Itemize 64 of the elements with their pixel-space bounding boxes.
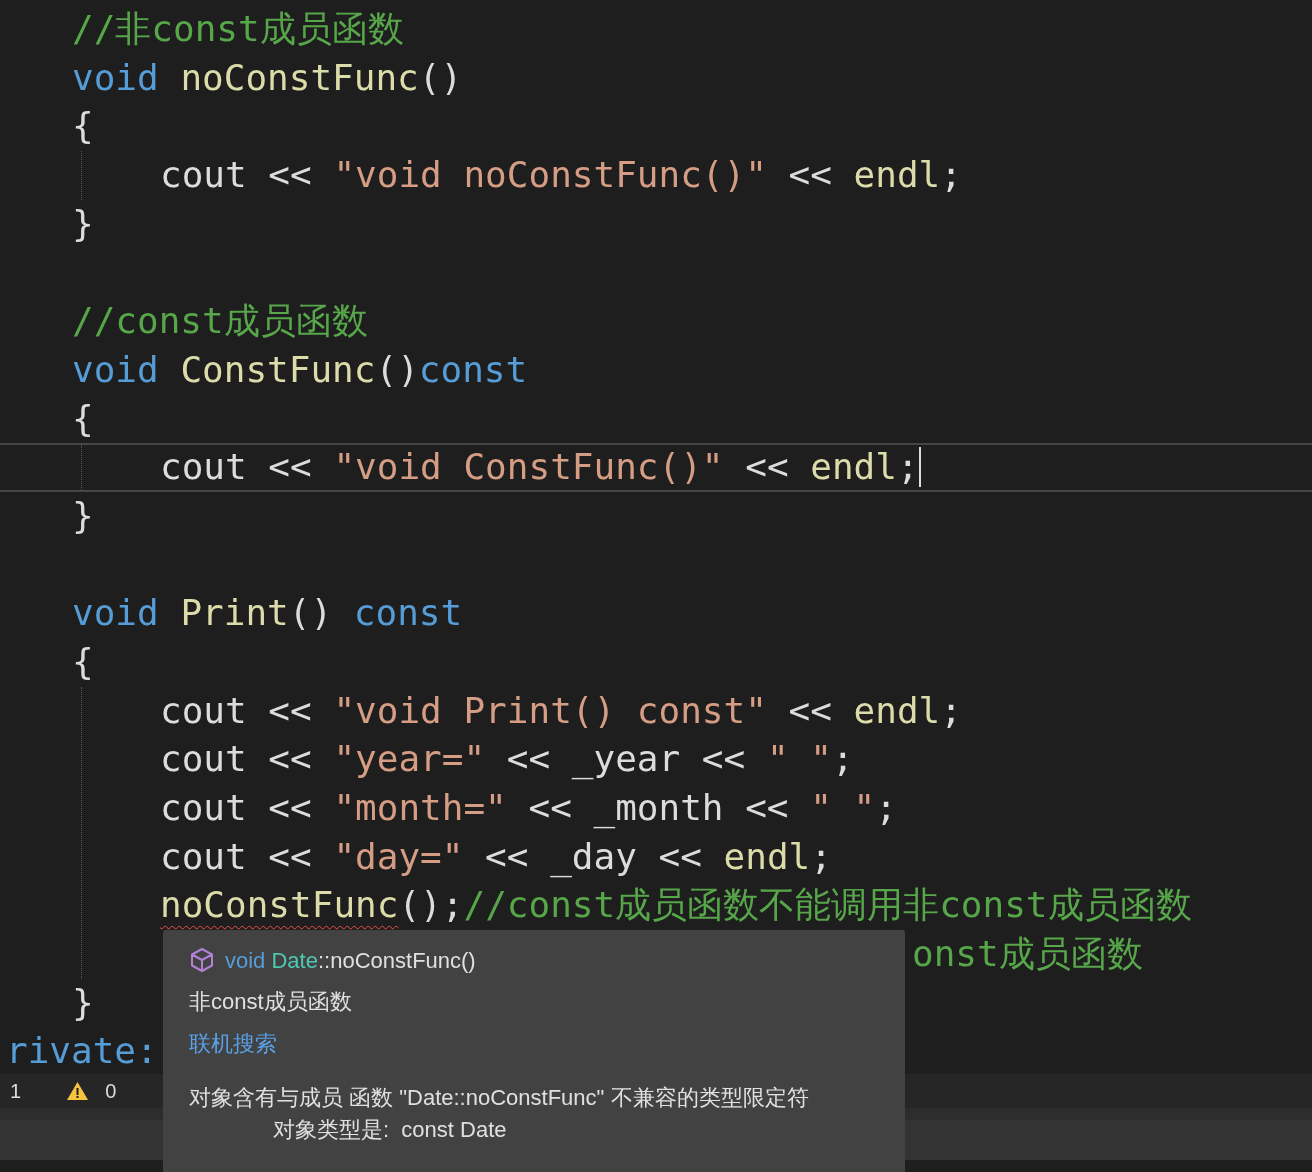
code-comment: //非const成员函数 <box>72 7 404 51</box>
keyword: void <box>72 55 160 100</box>
warning-icon <box>66 1081 90 1101</box>
keyword: void <box>72 347 160 392</box>
keyword: rivate: <box>6 1029 158 1074</box>
string-literal: " " <box>766 737 832 782</box>
code-text: () <box>288 591 334 636</box>
code-text: } <box>72 201 94 246</box>
code-text: } <box>72 980 94 1025</box>
description: 非const成员函数 <box>189 988 353 1016</box>
code-text: cout << <box>160 834 313 879</box>
code-text: { <box>72 639 94 684</box>
code-text: << <box>787 153 833 198</box>
code-text: ; <box>875 786 897 830</box>
code-text: } <box>72 493 94 538</box>
function-name: endl <box>853 688 941 733</box>
code-text: << _month << <box>527 786 790 831</box>
code-text: << _day << <box>484 834 703 880</box>
string-literal: " " <box>810 786 876 830</box>
code-text: { <box>72 396 94 441</box>
code-text: cout << <box>160 153 313 198</box>
code-text: << <box>744 445 790 490</box>
code-text: ; <box>831 737 854 782</box>
code-text: ; <box>940 688 962 733</box>
keyword: const <box>353 591 463 636</box>
code-text: { <box>72 104 94 149</box>
function-name: endl <box>853 153 941 198</box>
code-text: () <box>375 347 419 392</box>
online-search-link[interactable]: 联机搜索 <box>189 1031 277 1056</box>
string-literal: "day=" <box>333 834 464 879</box>
code-text: << <box>787 688 833 733</box>
string-literal: "void noConstFunc()" <box>333 153 767 198</box>
function-name: endl <box>723 834 811 879</box>
code-text: ; <box>940 153 962 198</box>
function-name: endl <box>810 445 897 490</box>
string-literal: "void ConstFunc()" <box>333 445 724 490</box>
code-text: cout << <box>160 786 313 830</box>
code-text: cout << <box>160 737 313 782</box>
error-count[interactable]: 1 <box>10 1076 22 1106</box>
keyword: const <box>418 347 528 392</box>
function-name: Print <box>180 591 289 636</box>
code-text: cout << <box>160 445 313 490</box>
text-cursor <box>918 447 921 488</box>
error-message: 对象类型是: const Date <box>272 1116 508 1144</box>
function-signature: void Date::noConstFunc() <box>225 946 476 975</box>
error-squiggle-text: noConstFunc <box>160 883 399 928</box>
warning-count[interactable]: 0 <box>105 1076 117 1106</box>
code-comment: //const成员函数 <box>72 299 368 344</box>
cube-icon <box>189 947 215 973</box>
code-text: ; <box>896 445 919 490</box>
code-text: cout << <box>160 688 313 733</box>
string-literal: "month=" <box>333 786 507 830</box>
code-text: (); <box>398 883 464 928</box>
code-text: () <box>418 55 463 100</box>
function-name: noConstFunc <box>180 55 419 100</box>
code-text: ; <box>810 834 832 879</box>
string-literal: "void Print() const" <box>333 688 767 733</box>
function-name: ConstFunc <box>180 347 376 392</box>
string-literal: "year=" <box>333 737 486 782</box>
code-comment: //const成员函数不能调用非const成员函数 <box>463 883 1192 928</box>
keyword: void <box>72 591 160 636</box>
code-comment: onst成员函数 <box>912 932 1143 977</box>
error-message: 对象含有与成员 函数 "Date::noConstFunc" 不兼容的类型限定符 <box>189 1084 810 1112</box>
code-text: << _year << <box>505 737 747 782</box>
